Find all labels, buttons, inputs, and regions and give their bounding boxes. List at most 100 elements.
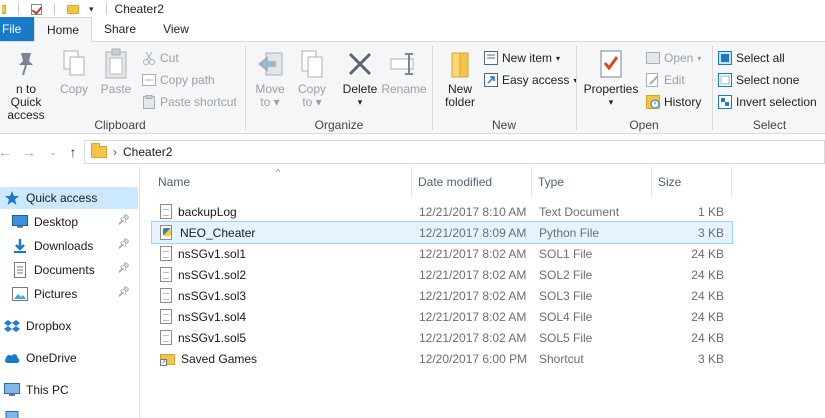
file-date: 12/21/2017 8:02 AM bbox=[419, 330, 527, 345]
new-folder-label-line2: folder bbox=[444, 95, 476, 109]
group-divider bbox=[245, 46, 246, 130]
file-type: Python File bbox=[539, 225, 600, 240]
tab-view[interactable]: View bbox=[148, 17, 204, 41]
cut-button[interactable]: Cut bbox=[142, 51, 179, 65]
nav-item-downloads[interactable]: Downloads 📌︎ bbox=[0, 235, 138, 257]
copy-to-label-line2: to ▾ bbox=[302, 95, 322, 109]
file-row-sol2[interactable]: nsSGv1.sol2 12/21/2017 8:02 AM SOL2 File… bbox=[152, 264, 732, 285]
paste-button[interactable]: Paste bbox=[98, 48, 134, 96]
nav-item-documents[interactable]: Documents 📌︎ bbox=[0, 259, 138, 281]
column-header-type[interactable]: Type bbox=[532, 167, 652, 197]
file-icon bbox=[160, 246, 172, 261]
select-none-button[interactable]: Select none bbox=[718, 73, 799, 87]
pin-icon[interactable]: 📌︎ bbox=[117, 215, 130, 226]
nav-item-quick-access[interactable]: Quick access bbox=[0, 187, 138, 209]
paste-icon bbox=[100, 48, 132, 80]
move-to-button[interactable]: Move to ▾ bbox=[250, 48, 290, 109]
back-arrow-icon[interactable]: ← bbox=[0, 141, 16, 163]
file-name: backupLog bbox=[178, 204, 237, 219]
file-row-sol3[interactable]: nsSGv1.sol3 12/21/2017 8:02 AM SOL3 File… bbox=[152, 285, 732, 306]
file-row-saved-games[interactable]: ↗ Saved Games 12/20/2017 6:00 PM Shortcu… bbox=[152, 348, 732, 369]
nav-item-onedrive[interactable]: OneDrive bbox=[0, 347, 138, 369]
history-button[interactable]: History bbox=[646, 95, 701, 109]
column-header-size[interactable]: Size bbox=[652, 167, 732, 197]
recent-locations-chevron-icon[interactable]: ⌄ bbox=[42, 141, 64, 163]
open-button[interactable]: Open ▾ bbox=[646, 51, 701, 65]
select-all-label: Select all bbox=[736, 51, 785, 65]
address-row: ← → ⌄ ↑ › Cheater2 bbox=[0, 137, 825, 167]
pin-to-quick-access-button[interactable]: n to Quick access bbox=[0, 48, 52, 122]
file-list: ^ Name Date modified Type Size backupLog… bbox=[151, 167, 825, 418]
scissors-icon bbox=[142, 51, 156, 65]
file-row-sol4[interactable]: nsSGv1.sol4 12/21/2017 8:02 AM SOL4 File… bbox=[152, 306, 732, 327]
column-header-label: Date modified bbox=[418, 175, 493, 189]
new-folder-icon bbox=[444, 48, 476, 80]
file-row-sol5[interactable]: nsSGv1.sol5 12/21/2017 8:02 AM SOL5 File… bbox=[152, 327, 732, 348]
nav-item-label: Documents bbox=[34, 263, 95, 277]
file-row-neo-cheater[interactable]: NEO_Cheater 12/21/2017 8:09 AM Python Fi… bbox=[151, 221, 733, 244]
group-divider bbox=[576, 46, 577, 130]
group-divider bbox=[712, 46, 713, 130]
select-group: Select all Select none Invert selection … bbox=[714, 42, 825, 134]
breadcrumb-separator: › bbox=[113, 145, 117, 159]
easy-access-button[interactable]: Easy access ▾ bbox=[484, 73, 577, 87]
pin-icon[interactable]: 📌︎ bbox=[117, 263, 130, 274]
file-row-sol1[interactable]: nsSGv1.sol1 12/21/2017 8:02 AM SOL1 File… bbox=[152, 243, 732, 264]
nav-item-label: Downloads bbox=[34, 239, 94, 253]
properties-icon bbox=[595, 48, 627, 80]
new-item-button[interactable]: New item ▾ bbox=[484, 51, 560, 65]
file-name: nsSGv1.sol2 bbox=[178, 267, 247, 282]
nav-item-dropbox[interactable]: Dropbox bbox=[0, 315, 138, 337]
nav-item-this-pc[interactable]: This PC bbox=[0, 379, 138, 401]
nav-item-desktop[interactable]: Desktop 📌︎ bbox=[0, 211, 138, 233]
properties-label: Properties bbox=[583, 82, 639, 96]
pin-icon[interactable]: 📌︎ bbox=[117, 287, 130, 298]
column-header-name[interactable]: Name bbox=[152, 167, 412, 197]
rename-button[interactable]: Rename bbox=[381, 48, 427, 96]
column-header-label: Type bbox=[538, 175, 565, 189]
properties-quick-icon[interactable] bbox=[31, 3, 42, 15]
delete-button[interactable]: Delete ▾ bbox=[340, 48, 380, 109]
edit-button[interactable]: Edit bbox=[646, 73, 685, 87]
organize-group: Move to ▾ Copy to ▾ Delete ▾ Rename Orga… bbox=[248, 42, 430, 134]
rename-label: Rename bbox=[381, 82, 427, 96]
copy-to-button[interactable]: Copy to ▾ bbox=[292, 48, 332, 109]
copy-button[interactable]: Copy bbox=[56, 48, 92, 96]
copy-path-button[interactable]: Copy path bbox=[142, 73, 215, 87]
properties-button[interactable]: Properties ▾ bbox=[582, 48, 640, 109]
paste-shortcut-button[interactable]: Paste shortcut bbox=[142, 95, 237, 109]
column-header-label: Name bbox=[158, 175, 191, 189]
tab-share[interactable]: Share bbox=[92, 17, 148, 41]
forward-arrow-icon[interactable]: → bbox=[18, 141, 40, 163]
file-date: 12/21/2017 8:10 AM bbox=[419, 204, 527, 219]
file-name-cell: nsSGv1.sol1 bbox=[160, 243, 410, 264]
new-folder-quick-icon[interactable] bbox=[67, 4, 79, 14]
computer-icon bbox=[4, 382, 20, 398]
pin-icon[interactable]: 📌︎ bbox=[117, 239, 130, 250]
paste-shortcut-label: Paste shortcut bbox=[160, 95, 237, 109]
file-size: 24 KB bbox=[691, 267, 724, 282]
file-size: 24 KB bbox=[691, 246, 724, 261]
column-header-date[interactable]: Date modified bbox=[412, 167, 532, 197]
tab-home[interactable]: Home bbox=[34, 17, 92, 42]
up-arrow-icon[interactable]: ↑ bbox=[62, 141, 84, 163]
new-folder-button[interactable]: New folder bbox=[438, 48, 482, 109]
file-name: nsSGv1.sol5 bbox=[178, 330, 247, 345]
invert-selection-button[interactable]: Invert selection bbox=[718, 95, 817, 109]
customize-toolbar-icon[interactable]: ▾ bbox=[89, 4, 94, 15]
breadcrumb-current[interactable]: Cheater2 bbox=[123, 145, 172, 159]
nav-item-network[interactable] bbox=[0, 407, 138, 418]
tab-file[interactable]: File bbox=[0, 17, 34, 41]
address-bar[interactable]: › Cheater2 bbox=[84, 140, 825, 164]
ribbon: n to Quick access Copy Paste Cut Copy pa… bbox=[0, 42, 825, 134]
file-date: 12/21/2017 8:02 AM bbox=[419, 309, 527, 324]
nav-item-pictures[interactable]: Pictures 📌︎ bbox=[0, 283, 138, 305]
delete-label: Delete bbox=[342, 82, 378, 96]
file-name-cell: nsSGv1.sol5 bbox=[160, 327, 410, 348]
select-all-button[interactable]: Select all bbox=[718, 51, 785, 65]
file-name-cell: nsSGv1.sol2 bbox=[160, 264, 410, 285]
file-name-cell: ↗ Saved Games bbox=[160, 348, 410, 369]
file-name-cell: nsSGv1.sol3 bbox=[160, 285, 410, 306]
file-type: SOL2 File bbox=[539, 267, 593, 282]
file-row-backuplog[interactable]: backupLog 12/21/2017 8:10 AM Text Docume… bbox=[152, 201, 732, 222]
